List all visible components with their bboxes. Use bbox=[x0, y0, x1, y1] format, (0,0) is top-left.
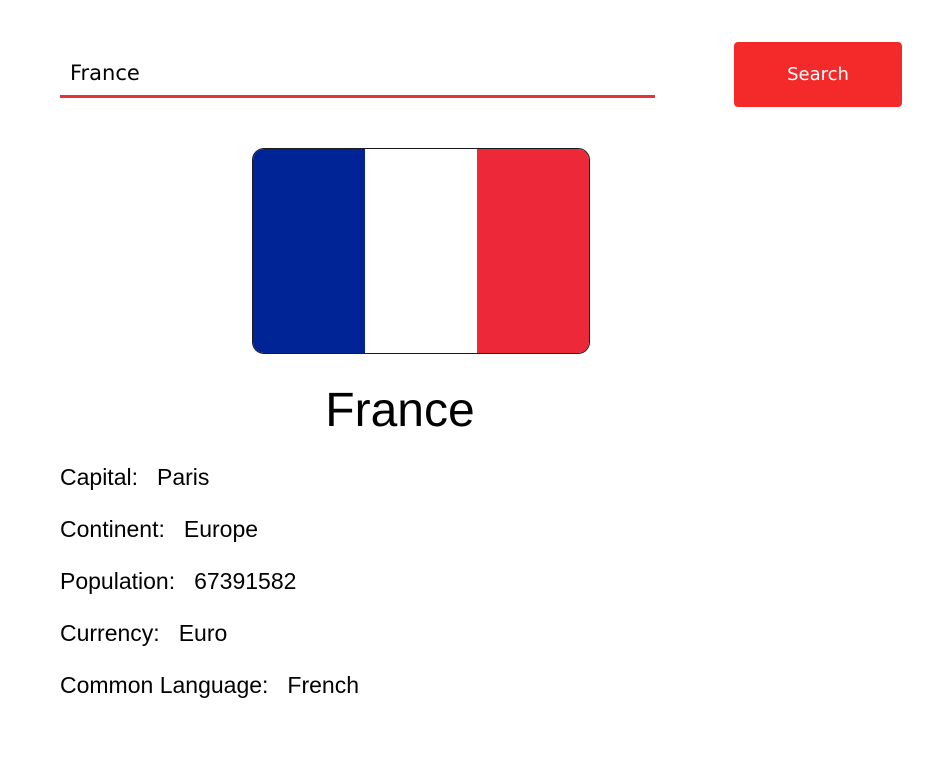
search-input[interactable] bbox=[60, 50, 655, 98]
detail-value: Paris bbox=[156, 464, 210, 490]
detail-capital: Capital: Paris bbox=[60, 460, 359, 512]
flag-stripe-red bbox=[477, 149, 589, 353]
detail-label: Continent: bbox=[60, 516, 165, 542]
detail-continent: Continent: Europe bbox=[60, 512, 359, 564]
search-button[interactable]: Search bbox=[734, 42, 902, 107]
detail-value: French bbox=[287, 672, 360, 698]
flag-of-france-icon bbox=[252, 148, 590, 354]
country-name: France bbox=[325, 384, 475, 437]
detail-label: Capital: bbox=[60, 464, 138, 490]
detail-value: 67391582 bbox=[194, 568, 297, 594]
country-details-list: Capital: Paris Continent: Europe Populatio… bbox=[60, 460, 359, 720]
detail-value: Euro bbox=[178, 620, 228, 646]
detail-value: Europe bbox=[183, 516, 259, 542]
country-search-page: Search France Capital: Paris Continent: Eu… bbox=[0, 0, 927, 765]
flag-stripe-blue bbox=[253, 149, 365, 353]
flag-stripe-white bbox=[365, 149, 477, 353]
detail-currency: Currency: Euro bbox=[60, 616, 359, 668]
detail-label: Population: bbox=[60, 568, 176, 594]
detail-common-language: Common Language: French bbox=[60, 668, 359, 720]
detail-population: Population: 67391582 bbox=[60, 564, 359, 616]
detail-label: Common Language: bbox=[60, 672, 269, 698]
detail-label: Currency: bbox=[60, 620, 160, 646]
